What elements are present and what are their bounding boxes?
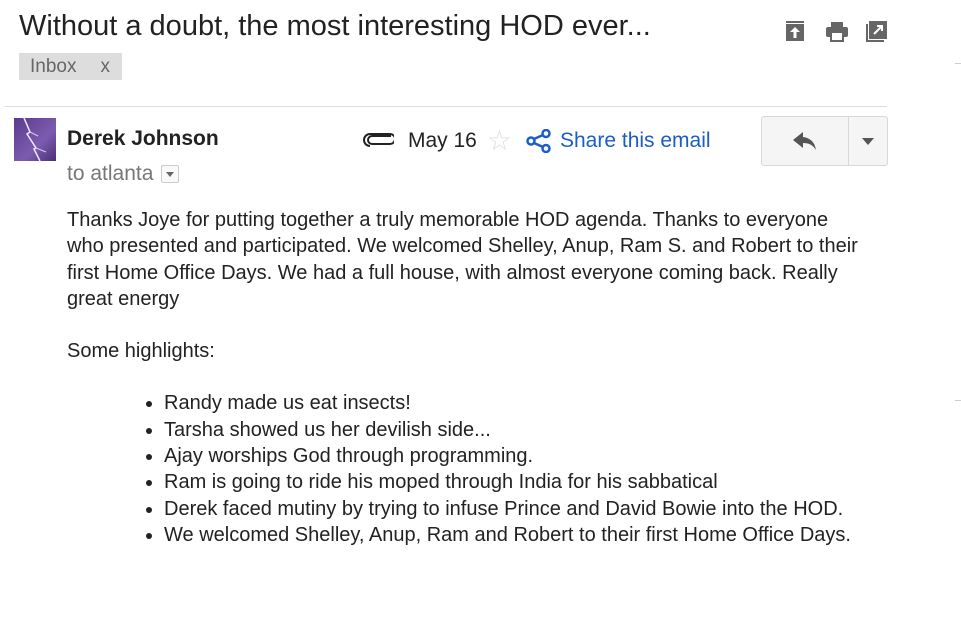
label-name: Inbox <box>30 56 77 77</box>
divider <box>5 106 887 107</box>
list-item: Ajay worships God through programming. <box>164 443 867 469</box>
show-details-button[interactable] <box>161 165 180 183</box>
divider <box>955 63 961 64</box>
reply-icon <box>793 132 816 150</box>
message-date: May 16 <box>408 129 477 152</box>
print-icon[interactable] <box>825 20 848 42</box>
share-email-button[interactable]: Share this email <box>526 129 711 153</box>
attachment-icon <box>362 129 396 153</box>
body-paragraph: Thanks Joye for putting together a truly… <box>67 209 858 310</box>
recipient-line: to atlanta <box>67 162 180 186</box>
message-body: Thanks Joye for putting together a truly… <box>67 207 867 548</box>
caret-down-icon <box>862 137 874 145</box>
avatar <box>14 118 56 161</box>
remove-label-button[interactable]: x <box>100 56 110 77</box>
body-paragraph: Some highlights: <box>67 340 215 363</box>
highlights-list: Randy made us eat insects! Tarsha showed… <box>67 390 867 548</box>
reply-button-group <box>761 116 888 166</box>
email-subject: Without a doubt, the most interesting HO… <box>19 10 651 42</box>
new-window-icon[interactable] <box>866 20 888 42</box>
inbox-label: Inbox x <box>19 53 122 80</box>
list-item: Randy made us eat insects! <box>164 390 867 416</box>
list-item: We welcomed Shelley, Anup, Ram and Rober… <box>164 522 867 548</box>
list-item: Tarsha showed us her devilish side... <box>164 417 867 443</box>
list-item: Ram is going to ride his moped through I… <box>164 469 867 495</box>
message-meta: May 16 ☆ Share this email <box>362 127 711 155</box>
sender-name[interactable]: Derek Johnson <box>67 127 219 151</box>
toolbar <box>784 20 888 42</box>
list-item: Derek faced mutiny by trying to infuse P… <box>164 496 867 522</box>
share-icon <box>526 129 551 153</box>
more-options-button[interactable] <box>849 117 887 165</box>
star-icon[interactable]: ☆ <box>487 127 512 155</box>
reply-button[interactable] <box>762 117 849 165</box>
archive-icon[interactable] <box>784 20 806 42</box>
caret-down-icon <box>166 171 175 177</box>
divider <box>955 400 961 401</box>
recipient: to atlanta <box>67 162 154 185</box>
share-label: Share this email <box>559 129 711 152</box>
